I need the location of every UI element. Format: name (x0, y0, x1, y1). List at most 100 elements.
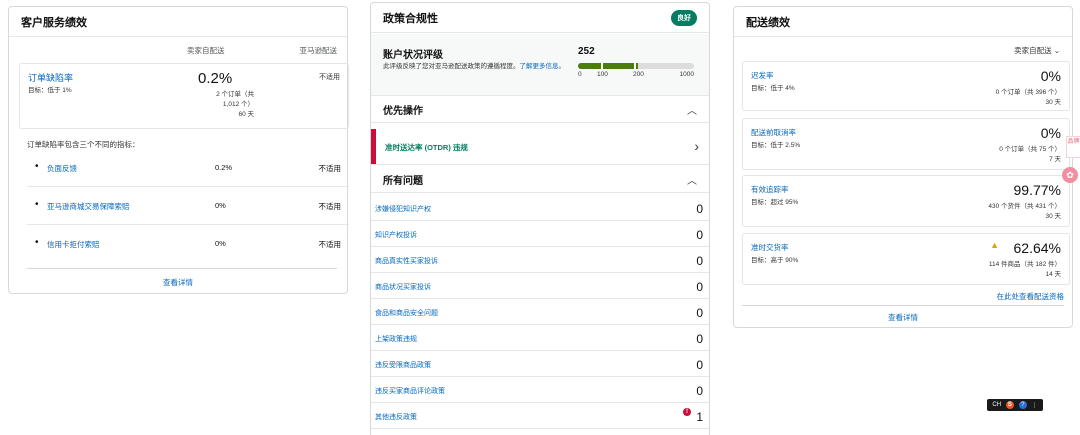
metric-link-on-time-delivery[interactable]: 准时交货率 (751, 242, 789, 253)
col-amazon-fulfilled: 亚马逊配送 (299, 46, 338, 55)
metric-detail: 0 个订单（共 396 个） 30 天 (996, 88, 1061, 108)
bullet: • (35, 237, 39, 248)
metric-detail-period: 14 天 (1045, 271, 1061, 278)
flower-icon[interactable]: ✿ (1062, 167, 1078, 183)
issue-row: 违反买家商品评论政策 0 (371, 377, 709, 403)
shipping-metric-box: 有效追踪率 目标：超过 95% 99.77% 430 个货件（共 431 个） … (742, 175, 1070, 227)
divider (27, 268, 337, 269)
metric-link-valid-tracking[interactable]: 有效追踪率 (751, 184, 789, 195)
shipping-title: 配送绩效 (734, 7, 1072, 37)
ime-toolbar[interactable]: CH S ? ⋮ (987, 399, 1043, 411)
odr-detail-line: 2 个订单（共 (216, 91, 254, 98)
status-badge: 良好 (671, 9, 697, 26)
metric-detail-count: 0 个订单（共 396 个） (995, 89, 1061, 96)
learn-more-link[interactable]: 了解更多信息。 (520, 63, 566, 70)
issue-row: 知识产权投诉 0 (371, 221, 709, 247)
issue-count: 1 (696, 410, 703, 424)
chevron-up-icon[interactable]: ︿ (687, 172, 697, 187)
issue-count: 0 (696, 306, 703, 320)
fulfillment-filter-dropdown[interactable]: 卖家自配送 ⌄ (1014, 45, 1060, 56)
issue-count: 0 (696, 254, 703, 268)
issue-count: 0 (696, 280, 703, 294)
metric-target: 目标：高于 90% (751, 257, 799, 264)
odr-target: 目标：低于 1% (28, 87, 72, 94)
issue-link[interactable]: 上架政策违规 (375, 334, 417, 344)
chevron-down-icon: ⌄ (1053, 46, 1060, 55)
metric-detail-count: 0 个订单（共 75 个） (999, 146, 1061, 153)
bullet: • (35, 199, 39, 210)
issue-count: 0 (696, 228, 703, 242)
issue-link[interactable]: 知识产权投诉 (375, 230, 417, 240)
issue-link[interactable]: 商品状况买家投诉 (375, 282, 431, 292)
issue-link[interactable]: 食品和商品安全问题 (375, 308, 438, 318)
priority-actions-header[interactable]: 优先操作 ︿ (371, 97, 709, 123)
sogou-icon[interactable]: S (1005, 401, 1014, 409)
issue-link[interactable]: 其他违反政策 (375, 412, 417, 422)
ahr-progress-bar (578, 63, 694, 69)
metric-link-pre-fulfillment-cancel[interactable]: 配送前取消率 (751, 127, 796, 138)
shipping-performance-card: 配送绩效 卖家自配送 ⌄ 迟发率 目标：低于 4% 0% 0 个订单（共 396… (733, 6, 1073, 328)
shipping-eligibility-link[interactable]: 在此处查看配送资格 (997, 291, 1065, 302)
issue-link[interactable]: 违反买家商品评论政策 (375, 386, 445, 396)
tick-label: 0 (578, 71, 582, 78)
metric-row: • 负面反馈 0.2% 不适用 (27, 149, 349, 187)
metric-row: • 亚马逊商城交易保障索赔 0% 不适用 (27, 187, 349, 225)
metric-target: 目标：超过 95% (751, 199, 799, 206)
account-health-rating: 账户状况评级 此评级反映了您对亚马逊配送政策的遵循程度。了解更多信息。 252 … (371, 34, 709, 96)
ahr-description: 此评级反映了您对亚马逊配送政策的遵循程度。了解更多信息。 (383, 62, 565, 71)
ime-language-label[interactable]: CH (992, 402, 1001, 408)
metric-amazon-value: 不适用 (318, 164, 342, 173)
issue-link[interactable]: 涉嫌侵犯知识产权 (375, 204, 431, 214)
metric-value: 0% (215, 239, 226, 248)
chevron-up-icon[interactable]: ︿ (687, 102, 697, 117)
bullet: • (35, 161, 39, 172)
issue-link[interactable]: 违反受限商品政策 (375, 360, 431, 370)
policy-compliance-card: 政策合规性 良好 账户状况评级 此评级反映了您对亚马逊配送政策的遵循程度。了解更… (370, 2, 710, 435)
fulfillment-filter-value: 卖家自配送 (1014, 46, 1052, 55)
side-floating-tab[interactable]: 品牌 (1066, 136, 1080, 158)
issue-row: 涉嫌侵犯知识产权 0 (371, 195, 709, 221)
ahr-bar-divider (601, 63, 603, 69)
issue-row: 食品和商品安全问题 0 (371, 299, 709, 325)
issue-count: 0 (696, 384, 703, 398)
ahr-tick-labels: 0 100 200 1000 (578, 71, 694, 81)
issue-link[interactable]: 商品真实性买家投诉 (375, 256, 438, 266)
otdr-violation-link[interactable]: 准时送达率 (OTDR) 违规 (385, 142, 468, 153)
issue-row: 商品真实性买家投诉 0 (371, 247, 709, 273)
menu-icon[interactable]: ⋮ (1032, 402, 1038, 409)
odr-detail: 2 个订单（共 1,012 个） 60 天 (198, 90, 254, 120)
metric-detail: 430 个货件（共 431 个） 30 天 (988, 202, 1061, 222)
all-issues-header[interactable]: 所有问题 ︿ (371, 167, 709, 193)
odr-box: 订单缺陷率 目标：低于 1% 0.2% 不适用 2 个订单（共 1,012 个）… (19, 63, 349, 129)
metric-value: 0% (1040, 125, 1061, 141)
chevron-right-icon[interactable]: › (694, 138, 699, 154)
metric-amazon-value: 不适用 (318, 202, 342, 211)
priority-item-otdr[interactable]: 准时送达率 (OTDR) 违规 › (371, 129, 709, 165)
all-issues-title: 所有问题 (383, 176, 423, 187)
metric-detail: 114 件商品（共 182 件） 14 天 (989, 260, 1061, 280)
tick-label: 100 (597, 71, 608, 78)
odr-detail-period: 60 天 (238, 111, 254, 118)
odr-link[interactable]: 订单缺陷率 (28, 71, 73, 84)
metric-link-late-shipment[interactable]: 迟发率 (751, 70, 774, 81)
divider (742, 305, 1064, 306)
help-icon[interactable]: ? (1018, 401, 1027, 409)
metric-value: 62.64% (1013, 240, 1061, 256)
metric-detail-period: 7 天 (1049, 156, 1061, 163)
metric-target: 目标：低于 2.5% (751, 142, 801, 149)
metric-detail: 0 个订单（共 75 个） 7 天 (999, 145, 1061, 165)
metric-link-negative-feedback[interactable]: 负面反馈 (47, 163, 77, 174)
metric-value: 0.2% (215, 163, 233, 172)
view-details-link[interactable]: 查看详情 (734, 312, 1072, 323)
shipping-metric-box: 配送前取消率 目标：低于 2.5% 0% 0 个订单（共 75 个） 7 天 (742, 118, 1070, 170)
warning-icon: ▲ (990, 240, 999, 250)
issue-row: 商品状况买家投诉 0 (371, 273, 709, 299)
odr-detail-line: 1,012 个） (222, 101, 254, 108)
customer-service-title: 客户服务绩效 (9, 7, 347, 37)
ahr-bar-divider (634, 63, 636, 69)
view-details-link[interactable]: 查看详情 (9, 277, 347, 288)
issue-row: 违反受限商品政策 0 (371, 351, 709, 377)
priority-actions-title: 优先操作 (383, 106, 423, 117)
metric-link-a-to-z-claims[interactable]: 亚马逊商城交易保障索赔 (47, 201, 130, 212)
metric-link-chargeback-claims[interactable]: 信用卡拒付索赔 (47, 239, 100, 250)
